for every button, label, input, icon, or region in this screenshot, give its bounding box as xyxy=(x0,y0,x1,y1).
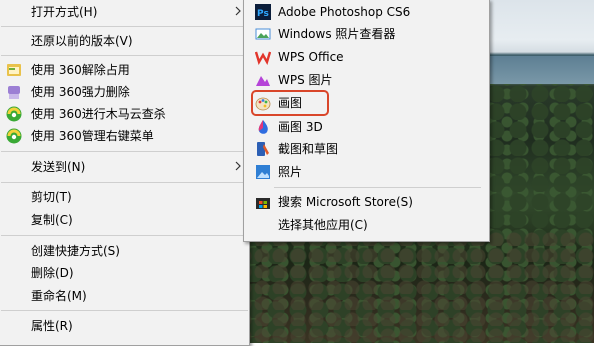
context-menu: 打开方式(H) 还原以前的版本(V) 使用 360解除占用 使用 360强力删除… xyxy=(0,0,250,346)
menu-item-label: 使用 360管理右键菜单 xyxy=(31,129,154,143)
antivirus-360-icon xyxy=(6,106,22,122)
menu-item-label: 复制(C) xyxy=(31,213,73,227)
menu-item-label: 照片 xyxy=(278,165,303,179)
photo-viewer-icon xyxy=(255,28,271,40)
submenu-item-wps-office[interactable]: WPS Office xyxy=(244,46,489,68)
menu-item-label: 画图 xyxy=(278,96,303,110)
menu-item-copy[interactable]: 复制(C) xyxy=(0,209,249,231)
submenu-item-photos[interactable]: 照片 xyxy=(244,161,489,183)
menu-item-label: 删除(D) xyxy=(31,266,74,280)
submenu-item-microsoft-store[interactable]: 搜索 Microsoft Store(S) xyxy=(244,191,489,213)
menu-item-properties[interactable]: 属性(R) xyxy=(0,315,249,337)
menu-item-cut[interactable]: 剪切(T) xyxy=(0,186,249,208)
menu-item-label: 重命名(M) xyxy=(31,289,87,303)
menu-item-send-to[interactable]: 发送到(N) xyxy=(0,156,249,178)
menu-item-label: Windows 照片查看器 xyxy=(278,27,396,41)
menu-item-create-shortcut[interactable]: 创建快捷方式(S) xyxy=(0,240,249,262)
menu-item-label: 选择其他应用(C) xyxy=(278,218,368,232)
wps-image-icon xyxy=(256,76,270,86)
menu-item-label: 打开方式(H) xyxy=(31,5,98,19)
menu-item-label: WPS Office xyxy=(278,50,344,64)
menu-item-rename[interactable]: 重命名(M) xyxy=(0,285,249,307)
menu-item-label: 属性(R) xyxy=(31,319,73,333)
menu-item-delete[interactable]: 删除(D) xyxy=(0,262,249,284)
photos-icon xyxy=(256,165,270,179)
snip-sketch-icon xyxy=(257,142,269,156)
paint-palette-icon xyxy=(255,97,271,111)
menu-item-label: WPS 图片 xyxy=(278,73,333,87)
menu-separator xyxy=(1,151,248,152)
submenu-item-paint3d[interactable]: 画图 3D xyxy=(244,116,489,138)
menu-separator xyxy=(1,310,248,311)
menu-item-360-manage-menu[interactable]: 使用 360管理右键菜单 xyxy=(0,125,249,147)
antivirus-360-icon xyxy=(6,128,22,144)
menu-item-label: 使用 360进行木马云查杀 xyxy=(31,107,166,121)
submenu-item-wps-image[interactable]: WPS 图片 xyxy=(244,69,489,91)
submenu-item-choose-other[interactable]: 选择其他应用(C) xyxy=(244,214,489,236)
chevron-right-icon xyxy=(235,161,241,171)
menu-item-label: 发送到(N) xyxy=(31,160,86,174)
submenu-item-snip-sketch[interactable]: 截图和草图 xyxy=(244,138,489,160)
open-with-submenu: Ps Adobe Photoshop CS6 Windows 照片查看器 WPS… xyxy=(243,0,490,242)
menu-separator xyxy=(1,26,248,27)
submenu-item-windows-photo-viewer[interactable]: Windows 照片查看器 xyxy=(244,23,489,45)
photoshop-icon: Ps xyxy=(255,4,271,20)
menu-item-label: 创建快捷方式(S) xyxy=(31,244,120,258)
menu-item-label: 还原以前的版本(V) xyxy=(31,34,133,48)
submenu-item-photoshop[interactable]: Ps Adobe Photoshop CS6 xyxy=(244,1,489,23)
wps-office-icon xyxy=(255,51,271,65)
menu-item-360-unlock[interactable]: 使用 360解除占用 xyxy=(0,59,249,81)
menu-item-360-force-delete[interactable]: 使用 360强力删除 xyxy=(0,81,249,103)
svg-text:Ps: Ps xyxy=(257,9,269,19)
menu-item-label: 使用 360解除占用 xyxy=(31,63,130,77)
menu-item-label: 搜索 Microsoft Store(S) xyxy=(278,195,413,209)
shredder-360-icon xyxy=(8,86,20,99)
chevron-right-icon xyxy=(235,6,241,16)
menu-item-360-trojan-scan[interactable]: 使用 360进行木马云查杀 xyxy=(0,103,249,125)
menu-item-restore-previous[interactable]: 还原以前的版本(V) xyxy=(0,30,249,52)
paint3d-icon xyxy=(258,120,268,134)
menu-item-label: 剪切(T) xyxy=(31,190,72,204)
menu-separator xyxy=(1,55,248,56)
menu-item-label: 截图和草图 xyxy=(278,142,339,156)
menu-item-label: 使用 360强力删除 xyxy=(31,85,130,99)
menu-separator xyxy=(1,235,248,236)
menu-separator xyxy=(274,187,481,188)
menu-item-open-with[interactable]: 打开方式(H) xyxy=(0,1,249,23)
menu-separator xyxy=(1,182,248,183)
menu-item-label: Adobe Photoshop CS6 xyxy=(278,5,411,19)
submenu-item-paint[interactable]: 画图 xyxy=(244,90,489,116)
microsoft-store-icon xyxy=(256,198,270,209)
menu-item-label: 画图 3D xyxy=(278,120,323,134)
unlock-360-icon xyxy=(7,64,21,76)
